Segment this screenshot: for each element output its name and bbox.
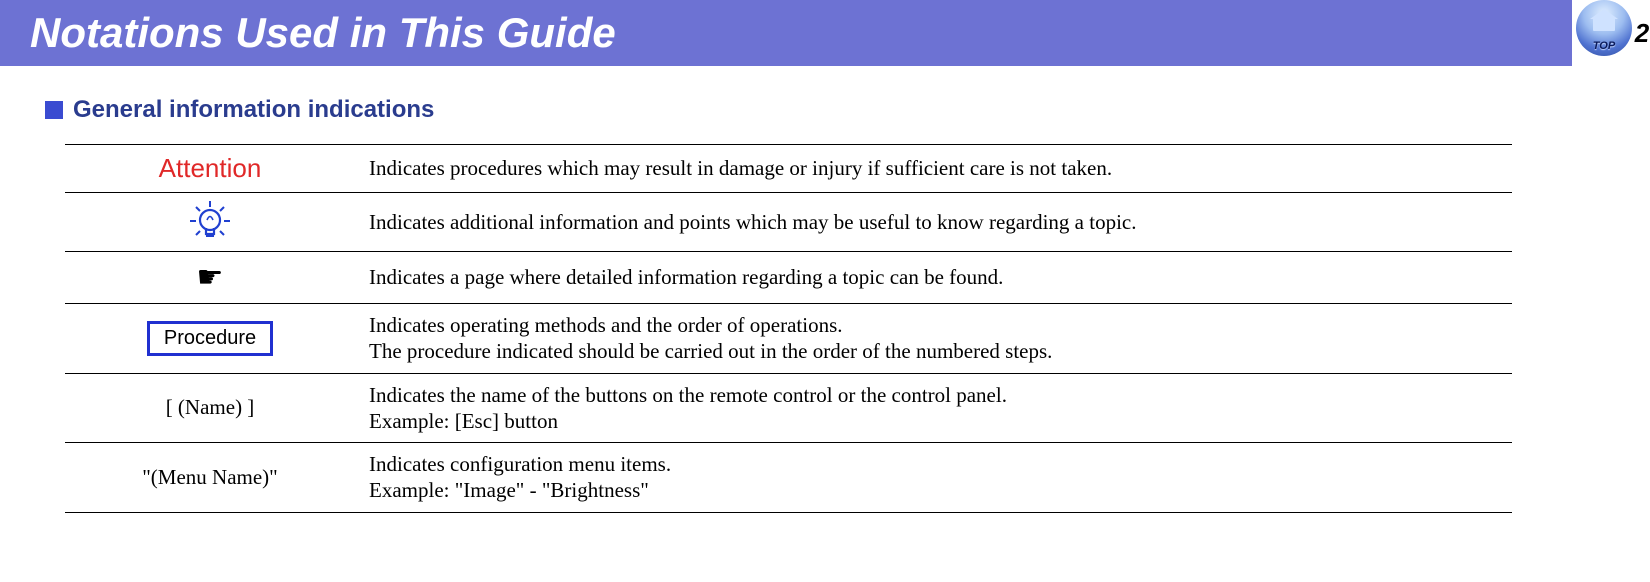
- content-area: General information indications Attentio…: [0, 66, 1572, 513]
- attention-label: Attention: [159, 153, 262, 183]
- procedure-label: Procedure: [147, 321, 273, 356]
- table-row: Indicates additional information and poi…: [65, 193, 1512, 252]
- home-icon: [1591, 15, 1617, 35]
- notation-desc-line: Indicates additional information and poi…: [369, 209, 1498, 235]
- notation-desc-line: Indicates configuration menu items.: [369, 451, 1498, 477]
- notation-desc-cell: Indicates additional information and poi…: [355, 193, 1512, 252]
- square-bullet-icon: [45, 101, 63, 119]
- notation-desc-cell: Indicates operating methods and the orde…: [355, 304, 1512, 374]
- name-bracket-label: [ (Name) ]: [166, 395, 255, 419]
- notation-desc-line: Indicates a page where detailed informat…: [369, 264, 1498, 290]
- notation-desc-line: Indicates operating methods and the orde…: [369, 312, 1498, 338]
- notation-desc-cell: Indicates the name of the buttons on the…: [355, 373, 1512, 443]
- notation-desc-line: Example: [Esc] button: [369, 408, 1498, 434]
- notation-label-cell: [65, 193, 355, 252]
- notation-desc-line: The procedure indicated should be carrie…: [369, 338, 1498, 364]
- page-number: 2: [1634, 18, 1650, 49]
- notation-label-cell: [ (Name) ]: [65, 373, 355, 443]
- notation-label-cell: Procedure: [65, 304, 355, 374]
- notation-label-cell: Attention: [65, 145, 355, 193]
- menu-quote-label: "(Menu Name)": [142, 465, 278, 489]
- top-button-label: TOP: [1576, 40, 1632, 52]
- notation-desc-cell: Indicates a page where detailed informat…: [355, 252, 1512, 304]
- top-button[interactable]: TOP: [1576, 0, 1632, 56]
- table-row: "(Menu Name)" Indicates configuration men…: [65, 443, 1512, 513]
- notation-desc-line: Indicates procedures which may result in…: [369, 155, 1498, 181]
- top-button-bg: TOP: [1576, 0, 1632, 56]
- section-title: General information indications: [73, 96, 434, 124]
- notation-label-cell: "(Menu Name)": [65, 443, 355, 513]
- notation-desc-cell: Indicates procedures which may result in…: [355, 145, 1512, 193]
- notation-label-cell: ☛: [65, 252, 355, 304]
- notation-desc-line: Indicates the name of the buttons on the…: [369, 382, 1498, 408]
- header-bar: Notations Used in This Guide: [0, 0, 1572, 66]
- table-row: [ (Name) ] Indicates the name of the butt…: [65, 373, 1512, 443]
- section-header: General information indications: [45, 96, 1512, 124]
- lightbulb-tip-icon: [190, 208, 230, 232]
- pointing-hand-icon: ☛: [197, 261, 224, 294]
- page-title: Notations Used in This Guide: [30, 9, 616, 57]
- notation-desc-line: Example: "Image" - "Brightness": [369, 477, 1498, 503]
- table-row: ☛ Indicates a page where detailed informa…: [65, 252, 1512, 304]
- table-row: Procedure Indicates operating methods and…: [65, 304, 1512, 374]
- table-row: Attention Indicates procedures which may …: [65, 145, 1512, 193]
- notations-table: Attention Indicates procedures which may …: [65, 144, 1512, 513]
- notation-desc-cell: Indicates configuration menu items.Examp…: [355, 443, 1512, 513]
